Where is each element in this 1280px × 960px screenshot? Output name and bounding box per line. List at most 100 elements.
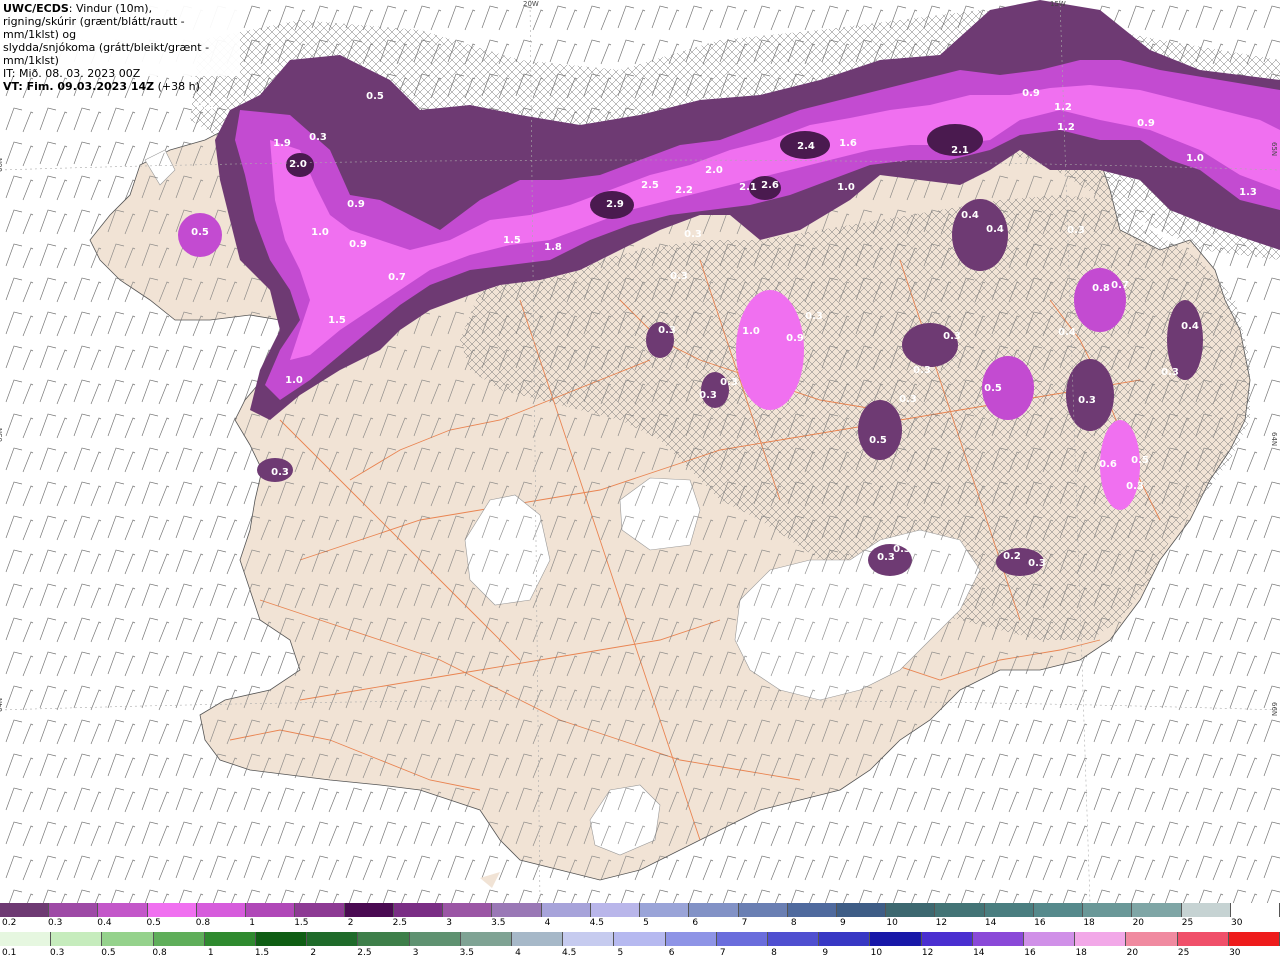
precip-value-label: 0.5 [869,435,887,446]
snow-legend-labels: 0.2 0.3 0.4 0.5 0.8 1 1.5 2 2.5 3 3.5 4 4.5 5 6 7 8 9 10 12… [0,918,1280,930]
legend-label: 1 [249,918,256,928]
precip-value-label: 0.3 [913,365,931,376]
legend-swatch [870,932,922,946]
legend-swatch [1132,903,1182,917]
legend-label: 0.1 [2,948,17,958]
legend-label: 0.8 [152,948,167,958]
map-canvas: 20W 15W 66N 65N 64N 66N 65N 64N 0.3 0.5 1.9 2.0 0.3… [0,0,1280,903]
precip-value-label: 0.9 [786,333,804,344]
legend-swatch [738,903,788,917]
legend-label: 4.5 [589,918,604,928]
legend-label: 5 [617,948,624,958]
legend-swatch [1177,932,1229,946]
legend-swatch [98,903,148,917]
legend-label: 25 [1181,918,1194,928]
legend-label: 4 [515,948,521,958]
precip-value-label: 1.0 [742,326,760,337]
legend-swatch [256,932,308,946]
graticule-label: 15W [1050,0,1066,8]
precip-value-label: 0.3 [720,377,738,388]
precip-value-label: 2.1 [739,182,757,193]
legend-label: 7 [741,918,748,928]
legend-label: 2.5 [357,948,372,958]
legend-swatch [614,932,666,946]
legend-label: 18 [1075,948,1087,958]
precip-value-label: 0.3 [309,132,327,143]
legend-label: 7 [719,948,726,958]
precip-value-label: 1.0 [837,182,855,193]
legend-swatch [102,932,154,946]
legend-label: 0.5 [146,918,161,928]
legend-swatch [1024,932,1076,946]
legend-label: 12 [935,918,948,928]
precip-value-label: 1.5 [328,315,346,326]
precip-value-label: 0.4 [986,224,1004,235]
legend-label: 9 [822,948,829,958]
legend-swatch [984,903,1034,917]
header-valid-time: VT: Fim. 09.03.2023 14Z [3,80,155,93]
legend-swatch [443,903,493,917]
header-init-time: IT: Mið. 08. 03. 2023 00Z [3,67,141,80]
precip-value-label: 2.9 [606,199,624,210]
precip-value-label: 2.1 [951,145,969,156]
graticule-label: 64N [1270,432,1278,446]
legend-label: 3.5 [491,918,506,928]
graticule-label: 66N [0,158,4,172]
legend-label: 6 [668,948,675,958]
legend-swatch [1126,932,1178,946]
legend-swatch [147,903,197,917]
legend-label: 2 [347,918,354,928]
graticule-label: 65N [0,428,4,442]
legend-swatch [1181,903,1231,917]
precip-value-label: 1.3 [1239,187,1257,198]
precip-value-label: 2.0 [705,165,723,176]
precip-value-label: 2.2 [675,185,693,196]
precip-value-label: 2.4 [797,141,815,152]
precip-value-label: 0.9 [347,199,365,210]
legend-swatch [819,932,871,946]
legend-label: 3 [446,918,452,928]
legend-label: 2.5 [392,918,408,928]
precip-value-label: 0.3 [684,229,702,240]
precip-value-label: 0.7 [1111,280,1129,291]
precip-value-label: 0.7 [388,272,406,283]
legend-label: 10 [870,948,883,958]
legend-swatch [768,932,820,946]
legend-swatch [0,903,50,917]
legend-label: 10 [886,918,898,928]
precip-value-label: 0.5 [1131,455,1149,466]
precip-value-label: 1.9 [273,138,291,149]
legend-swatch [886,903,936,917]
legend-label: 3.5 [459,948,474,958]
legend-label: 9 [840,918,846,928]
header-lead-time: (+38 h) [154,80,200,93]
precip-value-label: 0.3 [699,390,717,401]
legend-swatch [196,903,247,917]
legend-label: 30 [1231,918,1243,928]
precip-value-label: 2.6 [761,180,779,191]
legend-label: 25 [1177,948,1190,958]
precip-value-label: 0.4 [1058,327,1076,338]
legend-label: 0.3 [48,918,63,928]
snow-cell [902,323,958,367]
precip-value-label: 0.8 [1092,283,1110,294]
snow-cell [858,400,902,460]
precip-value-label: 0.3 [805,311,823,322]
legend-label: 16 [1024,948,1036,958]
legend-label: 6 [692,918,699,928]
precip-value-label: 0.3 [1126,481,1144,492]
legend-swatch [640,903,690,917]
precip-value-label: 0.3 [1161,367,1179,378]
legend-label: 12 [921,948,934,958]
precip-value-label: 0.3 [893,544,911,555]
graticule-label: 66N [1270,702,1278,716]
precip-value-label: 0.3 [658,325,676,336]
precip-value-label: 0.3 [670,271,688,282]
graticule-label: 65N [1270,142,1278,156]
legend-label: 2 [310,948,317,958]
legend-swatch [512,932,564,946]
precip-value-label: 0.9 [1022,88,1040,99]
precip-value-label: 1.0 [285,375,303,386]
legend-swatch [716,932,769,946]
snow-legend-bar [0,903,1280,917]
